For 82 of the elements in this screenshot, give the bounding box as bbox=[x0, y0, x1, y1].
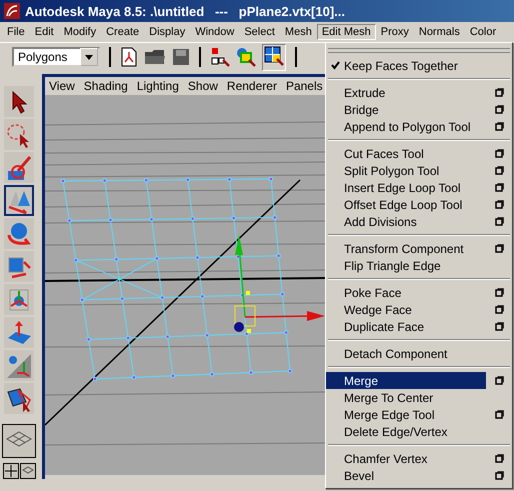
option-box-icon[interactable] bbox=[494, 183, 504, 192]
menu-item[interactable]: Duplicate Face bbox=[326, 318, 486, 335]
panel-menu-item[interactable]: View bbox=[49, 79, 75, 93]
four-view-layout-button[interactable] bbox=[2, 463, 18, 479]
menu-item[interactable]: Append to Polygon Tool bbox=[326, 118, 486, 135]
grid-plane-icon bbox=[22, 466, 34, 476]
menu-item[interactable]: Flip Triangle Edge bbox=[326, 257, 486, 274]
option-box-icon[interactable] bbox=[494, 471, 504, 480]
menu-item[interactable]: Modify bbox=[58, 24, 102, 40]
menu-item[interactable]: Merge Edge Tool bbox=[326, 406, 486, 423]
menu-item[interactable]: Color bbox=[464, 24, 502, 40]
move-manipulator-drawing[interactable] bbox=[234, 235, 325, 333]
option-box-icon[interactable] bbox=[494, 376, 504, 385]
menu-item[interactable]: Offset Edge Loop Tool bbox=[326, 196, 486, 213]
select-component-button[interactable] bbox=[262, 44, 286, 70]
grid-select-icon bbox=[264, 46, 284, 66]
menu-item[interactable]: Delete Edge/Vertex bbox=[326, 423, 486, 440]
menu-item[interactable]: Cut Faces Tool bbox=[326, 145, 486, 162]
menu-item[interactable]: Proxy bbox=[376, 24, 414, 40]
menu-item[interactable]: Split Polygon Tool bbox=[326, 162, 486, 179]
plane-arrow-icon bbox=[6, 320, 32, 346]
single-view-layout-button[interactable] bbox=[2, 424, 36, 458]
menu-item[interactable]: Detach Component bbox=[326, 345, 486, 362]
menu-item[interactable]: Display bbox=[144, 24, 190, 40]
menu-item[interactable]: Normals bbox=[414, 24, 465, 40]
option-box-icon[interactable] bbox=[494, 305, 504, 314]
tool-button[interactable] bbox=[4, 119, 34, 150]
menu-item[interactable]: Mesh bbox=[280, 24, 317, 40]
tool-button[interactable] bbox=[4, 383, 34, 414]
menu-item[interactable]: Merge To Center bbox=[326, 389, 486, 406]
menu-item[interactable]: Edit Mesh bbox=[316, 24, 376, 40]
panel-menu-item[interactable]: Show bbox=[188, 79, 218, 93]
menu-set-dropdown[interactable]: Polygons bbox=[12, 47, 100, 67]
menu-item[interactable]: Create bbox=[101, 24, 144, 40]
plus-icon bbox=[4, 465, 16, 477]
menu-item[interactable]: Edit bbox=[30, 24, 59, 40]
window-title: Autodesk Maya 8.5: .\untitled --- pPlane2.vtx[10]... bbox=[25, 4, 346, 18]
option-box-icon[interactable] bbox=[494, 105, 504, 114]
panel-menu-item[interactable]: Lighting bbox=[136, 79, 179, 93]
menu-item[interactable]: Transform Component bbox=[326, 240, 486, 257]
polygon-mesh-drawing[interactable] bbox=[61, 177, 292, 381]
menu-item[interactable]: Bridge bbox=[326, 101, 486, 118]
plane-cursor-icon bbox=[6, 386, 32, 412]
select-object-icon[interactable] bbox=[236, 47, 256, 67]
option-box-icon[interactable] bbox=[494, 244, 504, 253]
new-file-icon[interactable] bbox=[120, 47, 138, 67]
option-box-icon[interactable] bbox=[494, 88, 504, 97]
option-box-icon[interactable] bbox=[494, 166, 504, 175]
tool-button[interactable] bbox=[4, 86, 34, 117]
menu-item[interactable]: File bbox=[2, 24, 30, 40]
panel-menu-item[interactable]: Shading bbox=[84, 79, 128, 93]
persp-layout-button[interactable] bbox=[20, 463, 36, 479]
sphere-axes-icon bbox=[6, 352, 32, 378]
menu-item[interactable]: Keep Faces Together bbox=[326, 57, 486, 74]
tool-button[interactable] bbox=[4, 185, 34, 216]
menu-item[interactable]: Poke Face bbox=[326, 284, 486, 301]
menu-item[interactable]: Extrude bbox=[326, 84, 486, 101]
rotate-sphere-icon bbox=[6, 220, 32, 246]
panel-menu-item[interactable]: Renderer bbox=[226, 79, 277, 93]
caret-icon bbox=[85, 54, 93, 60]
option-box-icon[interactable] bbox=[494, 217, 504, 226]
option-box-icon[interactable] bbox=[494, 288, 504, 297]
select-hierarchy-icon[interactable] bbox=[210, 47, 230, 67]
menu-item[interactable]: Bevel bbox=[326, 467, 486, 484]
app-logo-icon bbox=[4, 3, 20, 19]
menu-item[interactable]: Merge bbox=[326, 372, 486, 389]
menu-item[interactable]: Window bbox=[190, 24, 240, 40]
tear-off-bar[interactable] bbox=[328, 48, 510, 53]
menu-item[interactable]: Wedge Face bbox=[326, 301, 486, 318]
folder-icon[interactable] bbox=[144, 48, 166, 66]
option-box-icon[interactable] bbox=[494, 200, 504, 209]
paint-brush-icon bbox=[6, 154, 32, 180]
option-box-icon[interactable] bbox=[494, 322, 504, 331]
option-box-icon[interactable] bbox=[494, 410, 504, 419]
panel-menu-item[interactable]: Panels bbox=[286, 79, 323, 93]
menu-item[interactable]: Select bbox=[239, 24, 280, 40]
menu-item[interactable]: Add Divisions bbox=[326, 213, 486, 230]
option-box-icon[interactable] bbox=[494, 454, 504, 463]
option-box-icon[interactable] bbox=[494, 149, 504, 158]
menu-item[interactable]: Chamfer Vertex bbox=[326, 450, 486, 467]
option-box-icon[interactable] bbox=[494, 122, 504, 131]
menu-item[interactable]: Insert Edge Loop Tool bbox=[326, 179, 486, 196]
